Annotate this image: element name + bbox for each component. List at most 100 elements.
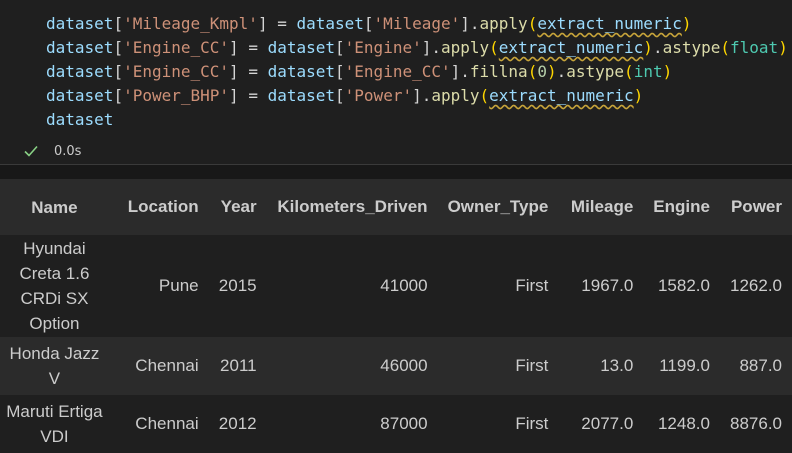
code-token: ] = [229,86,268,105]
code-token: 'Mileage_Kmpl' [123,14,258,33]
code-token: ( [479,86,490,105]
code-token: 0 [537,62,547,81]
table-row: Maruti Ertiga VDI Chennai 2012 87000 First 20… [0,395,792,453]
table-cell: First [515,356,549,375]
code-token: ] = [229,62,268,81]
code-token: ( [720,38,731,57]
table-cell: 87000 [380,414,428,433]
code-token: 'Engine' [344,38,422,57]
table-cell: 1967.0 [581,276,634,295]
code-token: [ [113,38,124,57]
code-token: [ [113,86,124,105]
code-token: dataset [46,62,114,81]
code-token: ) [643,38,653,57]
code-token: dataset [46,14,114,33]
code-token: ) [681,14,692,33]
code-line: dataset [46,108,113,132]
code-token: ) [633,86,644,105]
code-token: dataset [267,86,336,105]
table-cell: 2011 [220,356,257,375]
column-header: Owner_Type [447,197,549,216]
code-token: 'Engine_CC' [123,38,230,57]
column-header: Power [730,197,782,216]
table-cell: Pune [158,276,199,295]
table-cell: 2012 [218,414,257,433]
table-cell: 1248.0 [657,414,710,433]
code-token: ]. [450,62,470,81]
code-token: dataset [296,14,364,33]
table-header-row: Name Location Year Kilometers_Driven Own… [0,179,792,235]
dataframe-table: Name Location Year Kilometers_Driven Own… [0,179,792,453]
code-token: float [730,38,779,57]
code-token: 'Mileage' [373,14,461,33]
code-cell[interactable]: dataset['Mileage_Kmpl'] = dataset['Milea… [0,0,792,164]
code-token: 'Engine_CC' [344,62,451,81]
code-token: 'Engine_CC' [123,62,230,81]
code-token: ] = [257,14,297,33]
column-header: Kilometers_Driven [277,197,428,216]
code-token: ]. [460,14,480,33]
table-cell: Hyundai Creta 1.6 CRDi SX Option [19,239,90,333]
code-token: extract_numeric [537,14,682,33]
table-cell: Chennai [135,414,199,433]
code-token: apply [479,14,528,33]
code-line: dataset['Engine_CC'] = dataset['Engine']… [46,36,788,60]
code-token: fillna [469,62,528,81]
code-line: dataset['Engine_CC'] = dataset['Engine_C… [46,60,672,84]
table-cell: 46000 [380,356,428,375]
table-cell: Maruti Ertiga VDI [6,402,103,446]
code-token: dataset [46,110,114,129]
code-token: astype [662,38,721,57]
code-token: [ [363,14,374,33]
check-icon [24,145,38,157]
table-row: Honda Jazz V Chennai 2011 46000 First 13.0 119… [0,337,792,395]
cell-output: Name Location Year Kilometers_Driven Own… [0,165,792,453]
code-token: [ [113,62,124,81]
code-token: [ [113,14,124,33]
code-token: extract_numeric [489,86,634,105]
code-token: ) [778,38,788,57]
table-cell: 8876.0 [730,414,782,433]
code-line: dataset['Power_BHP'] = dataset['Power'].… [46,84,643,108]
code-token: . [556,62,567,81]
code-token: [ [335,38,345,57]
code-token: ]. [421,38,441,57]
code-token: [ [335,62,345,81]
code-token: apply [431,86,480,105]
code-token: dataset [46,86,114,105]
column-header: Name [31,197,78,217]
execution-status: 0.0s [22,140,81,162]
table-cell: 13.0 [600,356,634,375]
code-token: ] = [229,38,268,57]
code-token: dataset [267,38,336,57]
code-token: ( [624,62,634,81]
column-header: Mileage [570,197,634,216]
table-cell: 41000 [380,276,428,295]
table-cell: 1199.0 [659,356,710,375]
code-line: dataset['Mileage_Kmpl'] = dataset['Milea… [46,12,691,36]
code-token: dataset [267,62,336,81]
code-token: int [633,62,663,81]
table-cell: Honda Jazz V [9,344,100,388]
code-token: astype [566,62,625,81]
table-cell: 2015 [218,276,257,295]
code-token: ) [546,62,557,81]
column-header: Year [220,197,257,216]
table-cell: First [515,414,549,433]
table-row: Hyundai Creta 1.6 CRDi SX Option Pune 2015… [0,235,792,337]
code-token: ( [489,38,499,57]
code-token: apply [440,38,490,57]
code-token: extract_numeric [498,38,644,57]
table-cell: 1262.0 [730,276,782,295]
table-cell: 1582.0 [657,276,710,295]
code-token: 'Power_BHP' [123,86,230,105]
code-token: ( [527,62,538,81]
table-cell: 2077.0 [581,414,634,433]
table-cell: First [515,276,549,295]
code-token: [ [335,86,345,105]
code-token: 'Power' [344,86,413,105]
code-token: ( [527,14,538,33]
execution-time: 0.0s [54,143,82,159]
column-header: Engine [653,197,710,216]
code-token: dataset [46,38,114,57]
